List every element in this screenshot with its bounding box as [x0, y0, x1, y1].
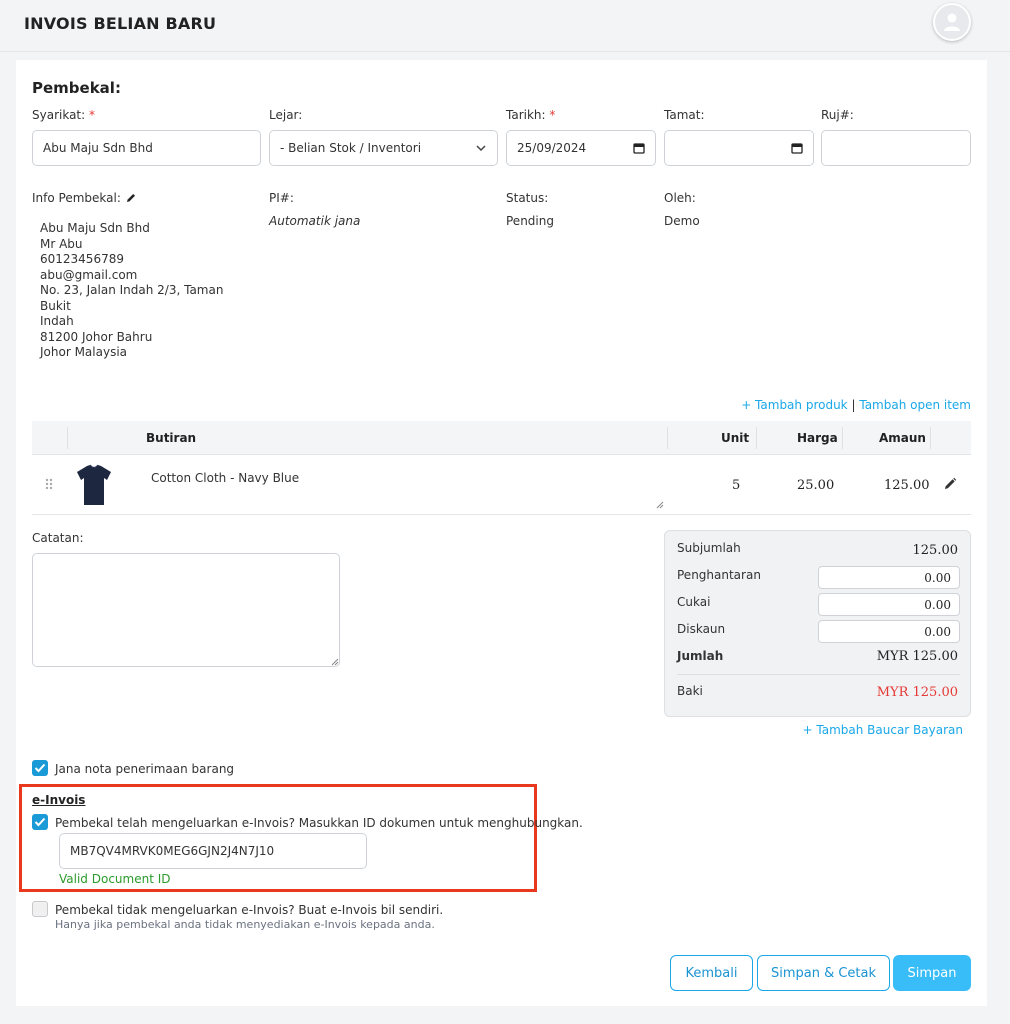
company-value: Abu Maju Sdn Bhd	[43, 141, 153, 155]
required-mark: *	[549, 108, 556, 122]
self-bill-einvoice-label: Pembekal tidak mengeluarkan e-Invois? Bu…	[55, 903, 444, 917]
tshirt-product-image	[77, 464, 111, 505]
address-line: No. 23, Jalan Indah 2/3, Taman Bukit	[40, 283, 224, 313]
unit-column-header: Unit	[721, 431, 750, 445]
document-id-value: MB7QV4MRVK0MEG6GJN2J4N7J10	[70, 844, 275, 858]
invoice-form-card: Pembekal: Syarikat: * Lejar: Tarikh: * T…	[16, 60, 987, 1006]
balance-label: Baki	[677, 684, 703, 698]
address-line: Mr Abu	[40, 236, 83, 251]
valid-document-message: Valid Document ID	[59, 872, 171, 886]
add-open-item-link[interactable]: Tambah open item	[859, 398, 971, 412]
supplier-info-text: Info Pembekal:	[32, 191, 121, 205]
status-label: Status:	[506, 191, 549, 205]
add-product-link[interactable]: + Tambah produk	[741, 398, 847, 412]
by-label: Oleh:	[664, 191, 696, 205]
back-button[interactable]: Kembali	[670, 955, 753, 991]
self-bill-hint: Hanya jika pembekal anda tidak menyediak…	[55, 918, 435, 931]
discount-label: Diskaun	[677, 622, 726, 636]
column-divider	[667, 427, 668, 449]
tax-label: Cukai	[677, 595, 711, 609]
balance-value: MYR 125.00	[876, 685, 958, 700]
grn-label: Jana nota penerimaan barang	[55, 762, 235, 776]
page-title: INVOIS BELIAN BARU	[24, 14, 217, 33]
user-icon	[944, 13, 960, 31]
amount-column-header: Amaun	[879, 431, 926, 445]
calendar-icon[interactable]	[633, 142, 645, 154]
grn-checkbox[interactable]	[32, 760, 48, 776]
address-line: 60123456789	[40, 252, 124, 266]
pi-label: PI#:	[269, 191, 294, 205]
resize-handle-icon[interactable]	[331, 658, 339, 666]
pencil-icon[interactable]	[125, 192, 137, 204]
column-divider	[67, 427, 68, 449]
price-column-header: Harga	[797, 431, 838, 445]
company-input[interactable]: Abu Maju Sdn Bhd	[32, 130, 261, 166]
end-date-label: Tamat:	[664, 108, 705, 122]
notes-label: Catatan:	[32, 531, 84, 545]
calendar-icon[interactable]	[791, 142, 803, 154]
discount-input[interactable]: 0.00	[818, 620, 960, 643]
required-mark: *	[89, 108, 96, 122]
total-value: MYR 125.00	[876, 649, 958, 664]
self-bill-einvoice-checkbox[interactable]	[32, 901, 48, 917]
supplier-heading: Pembekal:	[32, 79, 121, 97]
date-label: Tarikh: *	[506, 108, 556, 122]
ledger-value: - Belian Stok / Inventori	[280, 141, 422, 155]
drag-handle-icon[interactable]	[45, 478, 53, 490]
top-bar: INVOIS BELIAN BARU	[0, 0, 1010, 52]
totals-summary-panel: Subjumlah 125.00 Penghantaran 0.00 Cukai…	[664, 530, 971, 717]
by-value: Demo	[664, 214, 700, 228]
column-divider	[930, 427, 931, 449]
supplier-info-label: Info Pembekal:	[32, 191, 137, 205]
item-price[interactable]: 25.00	[797, 478, 834, 493]
reference-label: Ruj#:	[821, 108, 854, 122]
tax-input[interactable]: 0.00	[818, 593, 960, 616]
save-button[interactable]: Simpan	[893, 955, 971, 991]
document-id-input[interactable]: MB7QV4MRVK0MEG6GJN2J4N7J10	[59, 833, 367, 869]
date-value: 25/09/2024	[517, 141, 587, 155]
reference-input[interactable]	[821, 130, 971, 166]
column-divider	[842, 427, 843, 449]
item-description[interactable]: Cotton Cloth - Navy Blue	[151, 471, 299, 485]
item-links: + Tambah produk | Tambah open item	[741, 398, 971, 412]
supplier-issued-einvoice-label: Pembekal telah mengeluarkan e-Invois? Ma…	[55, 816, 583, 830]
chevron-down-icon	[476, 145, 486, 152]
supplier-address: Abu Maju Sdn Bhd Mr Abu 60123456789 abu@…	[40, 221, 255, 361]
status-value: Pending	[506, 214, 554, 228]
ledger-select[interactable]: - Belian Stok / Inventori	[269, 130, 498, 166]
items-table-header: Butiran Unit Harga Amaun	[32, 421, 971, 455]
user-avatar[interactable]	[933, 3, 971, 41]
save-and-print-button[interactable]: Simpan & Cetak	[757, 955, 890, 991]
address-line: Abu Maju Sdn Bhd	[40, 221, 150, 235]
address-line: Indah	[40, 314, 74, 328]
details-column-header: Butiran	[146, 431, 197, 445]
pencil-icon[interactable]	[943, 477, 957, 491]
subtotal-label: Subjumlah	[677, 541, 741, 555]
company-label: Syarikat: *	[32, 108, 96, 122]
address-line: 81200 Johor Bahru	[40, 329, 153, 344]
table-row: Cotton Cloth - Navy Blue 5 25.00 125.00	[32, 455, 971, 515]
item-amount: 125.00	[884, 478, 930, 493]
notes-textarea[interactable]	[32, 553, 340, 667]
einvoice-heading: e-Invois	[32, 793, 86, 807]
column-divider	[756, 427, 757, 449]
end-date-input[interactable]	[664, 130, 814, 166]
total-label: Jumlah	[677, 649, 724, 663]
subtotal-value: 125.00	[912, 543, 959, 558]
ledger-label: Lejar:	[269, 108, 303, 122]
add-payment-voucher-link[interactable]: + Tambah Baucar Bayaran	[803, 723, 963, 737]
link-separator: |	[851, 398, 856, 412]
date-input[interactable]: 25/09/2024	[506, 130, 656, 166]
pi-value: Automatik jana	[269, 214, 361, 228]
shipping-label: Penghantaran	[677, 568, 761, 582]
address-line: abu@gmail.com	[40, 267, 138, 282]
supplier-issued-einvoice-checkbox[interactable]	[32, 814, 48, 830]
checkmark-icon	[34, 817, 46, 827]
shipping-input[interactable]: 0.00	[818, 566, 960, 589]
item-unit[interactable]: 5	[732, 478, 740, 493]
summary-divider	[677, 674, 960, 675]
checkmark-icon	[34, 763, 46, 773]
address-line: Johor Malaysia	[40, 345, 128, 359]
resize-handle-icon[interactable]	[656, 501, 664, 509]
